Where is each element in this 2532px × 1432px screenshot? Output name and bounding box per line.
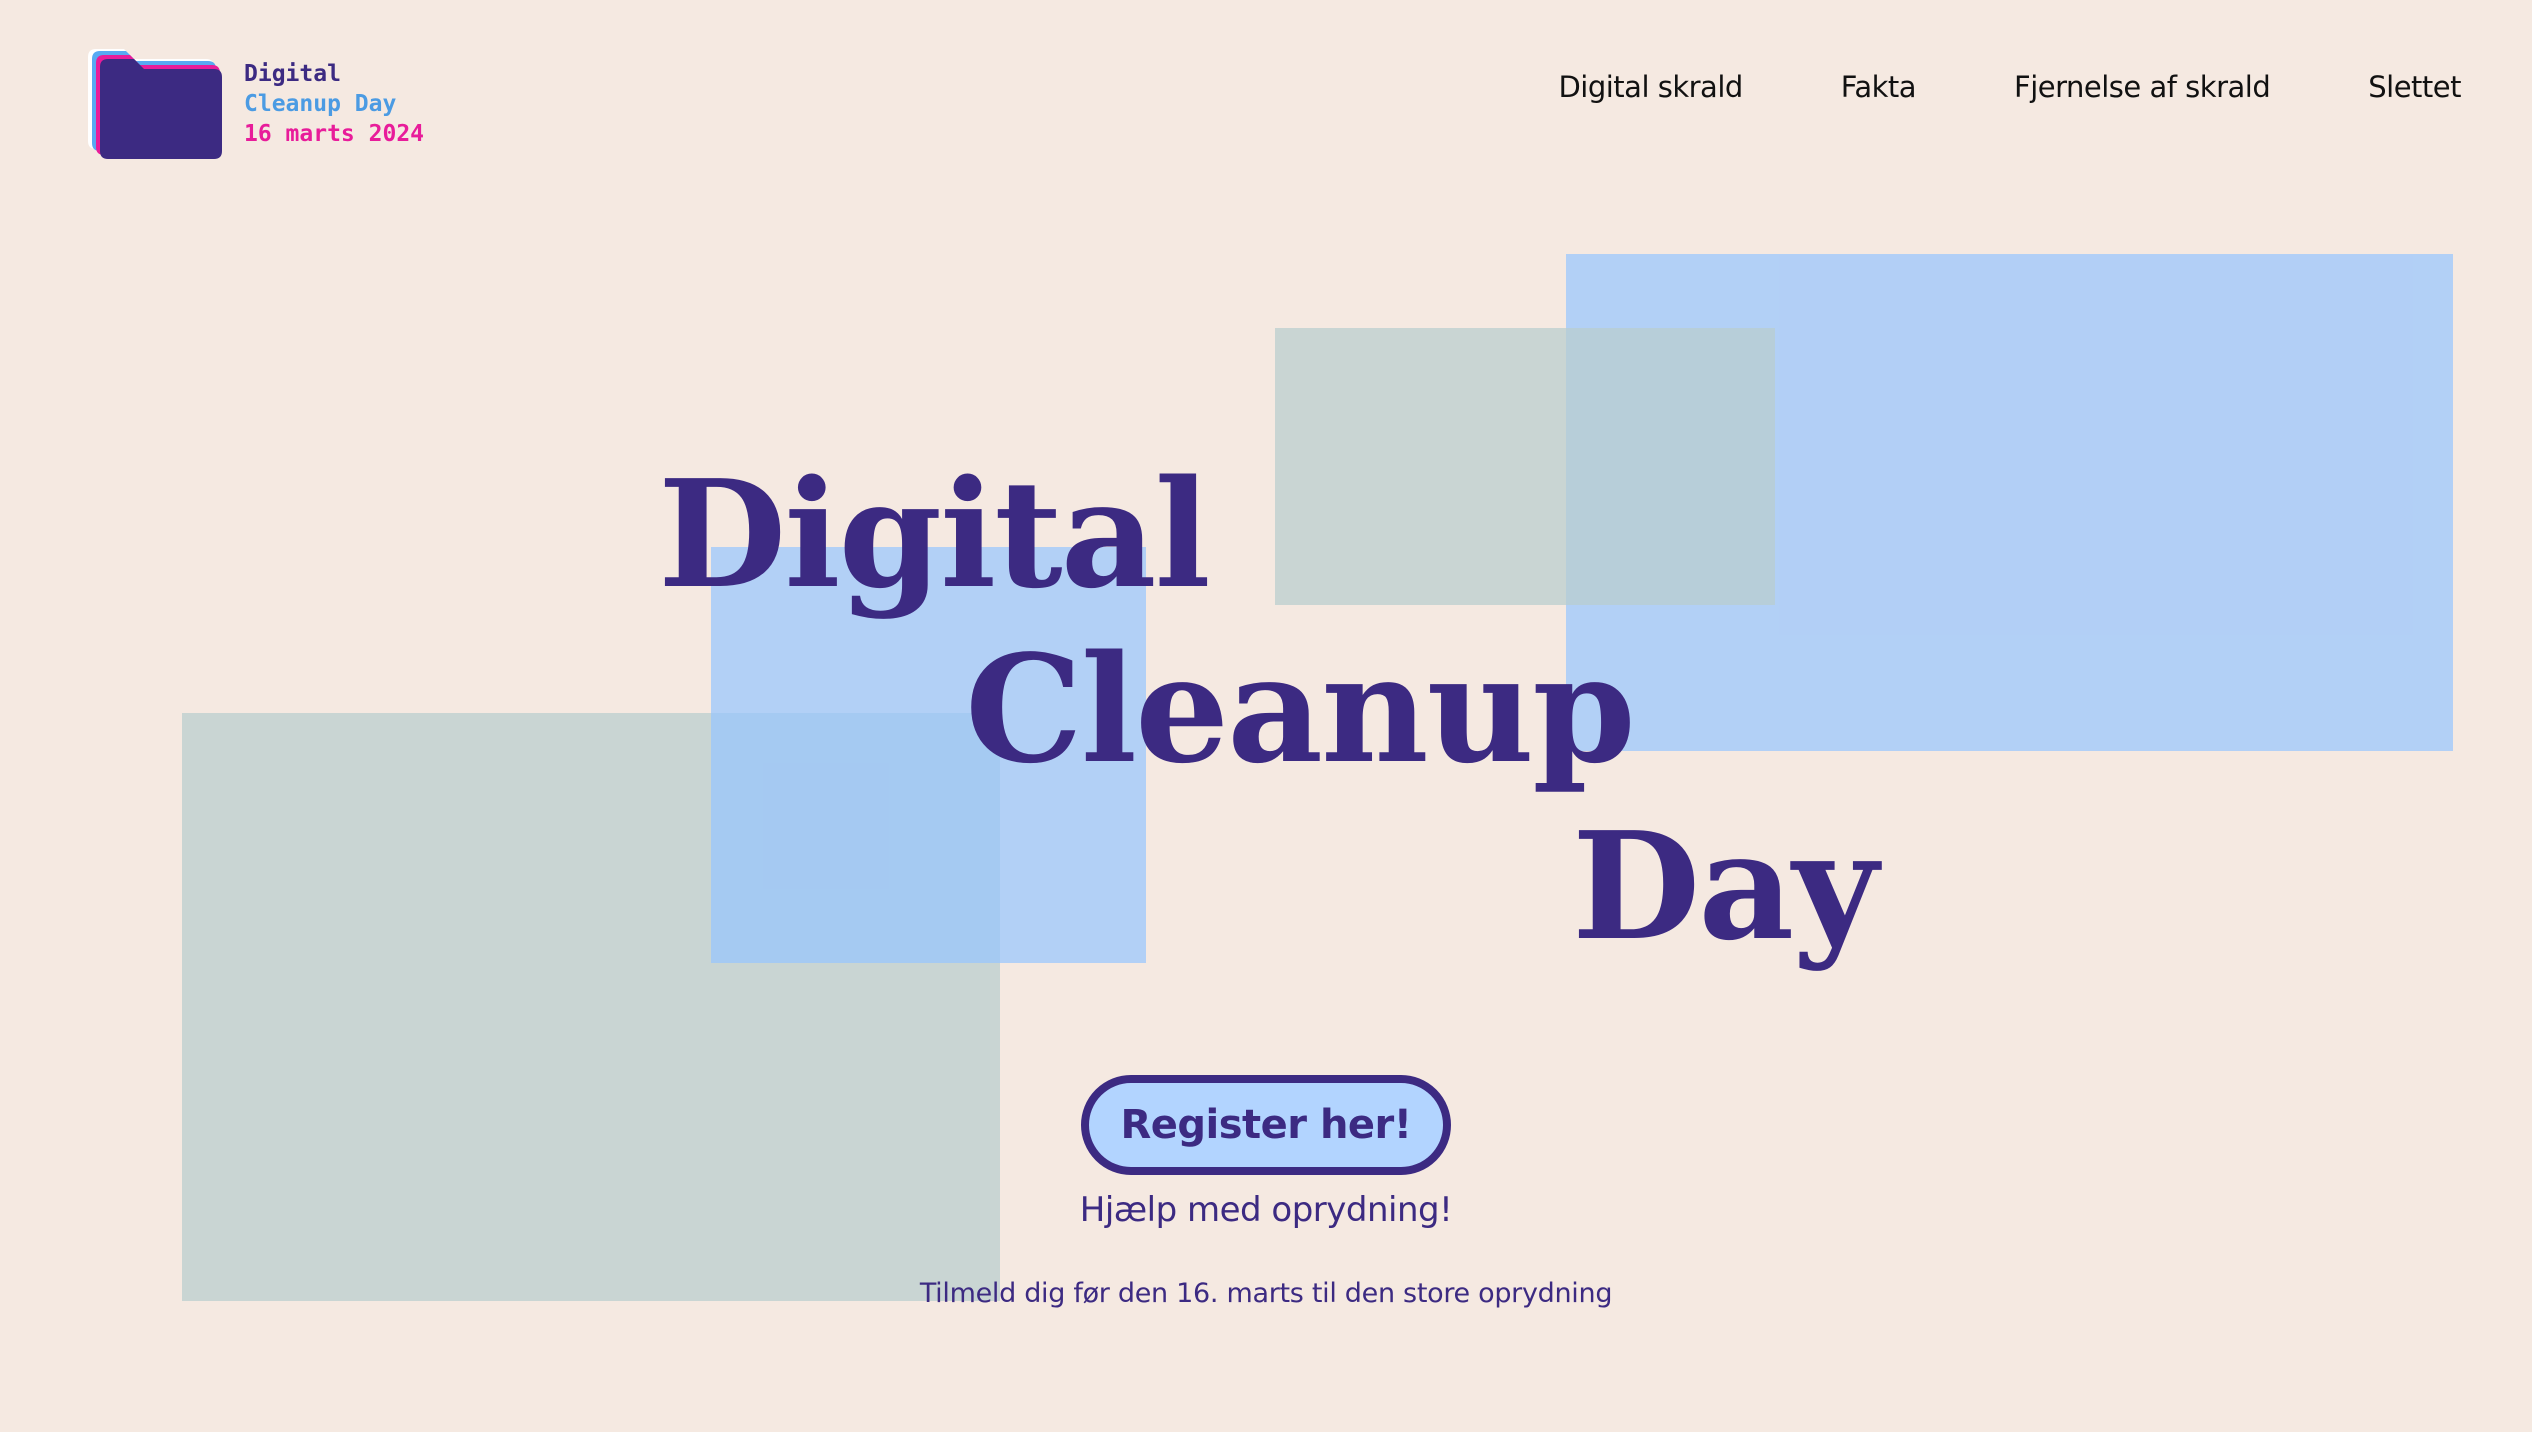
hero-word-cleanup: Cleanup: [965, 622, 1636, 796]
logo-text: Digital Cleanup Day 16 marts 2024: [244, 55, 424, 149]
logo-line-title: Digital: [244, 61, 341, 87]
register-button[interactable]: Register her!: [1081, 1075, 1451, 1175]
hero-word-day: Day: [1572, 799, 1878, 973]
help-text: Hjælp med oprydning!: [1079, 1190, 1453, 1230]
hero-word-digital: Digital: [658, 447, 1211, 621]
decor-block-gray-top: [1275, 328, 1775, 605]
signup-subtext: Tilmeld dig før den 16. marts til den st…: [919, 1278, 1613, 1309]
logo-line-date: 16 marts 2024: [244, 121, 425, 147]
nav-link-fjernelse-af-skrald[interactable]: Fjernelse af skrald: [2014, 70, 2271, 104]
nav-link-fakta[interactable]: Fakta: [1841, 70, 1917, 104]
nav-link-digital-skrald[interactable]: Digital skrald: [1558, 70, 1743, 104]
logo-line-subtitle: Cleanup Day: [244, 91, 397, 117]
site-logo[interactable]: Digital Cleanup Day 16 marts 2024: [86, 45, 424, 159]
nav-link-slettet[interactable]: Slettet: [2368, 70, 2461, 104]
main-nav: Digital skrald Fakta Fjernelse af skrald…: [1558, 70, 2461, 104]
folder-icon: [86, 45, 222, 159]
